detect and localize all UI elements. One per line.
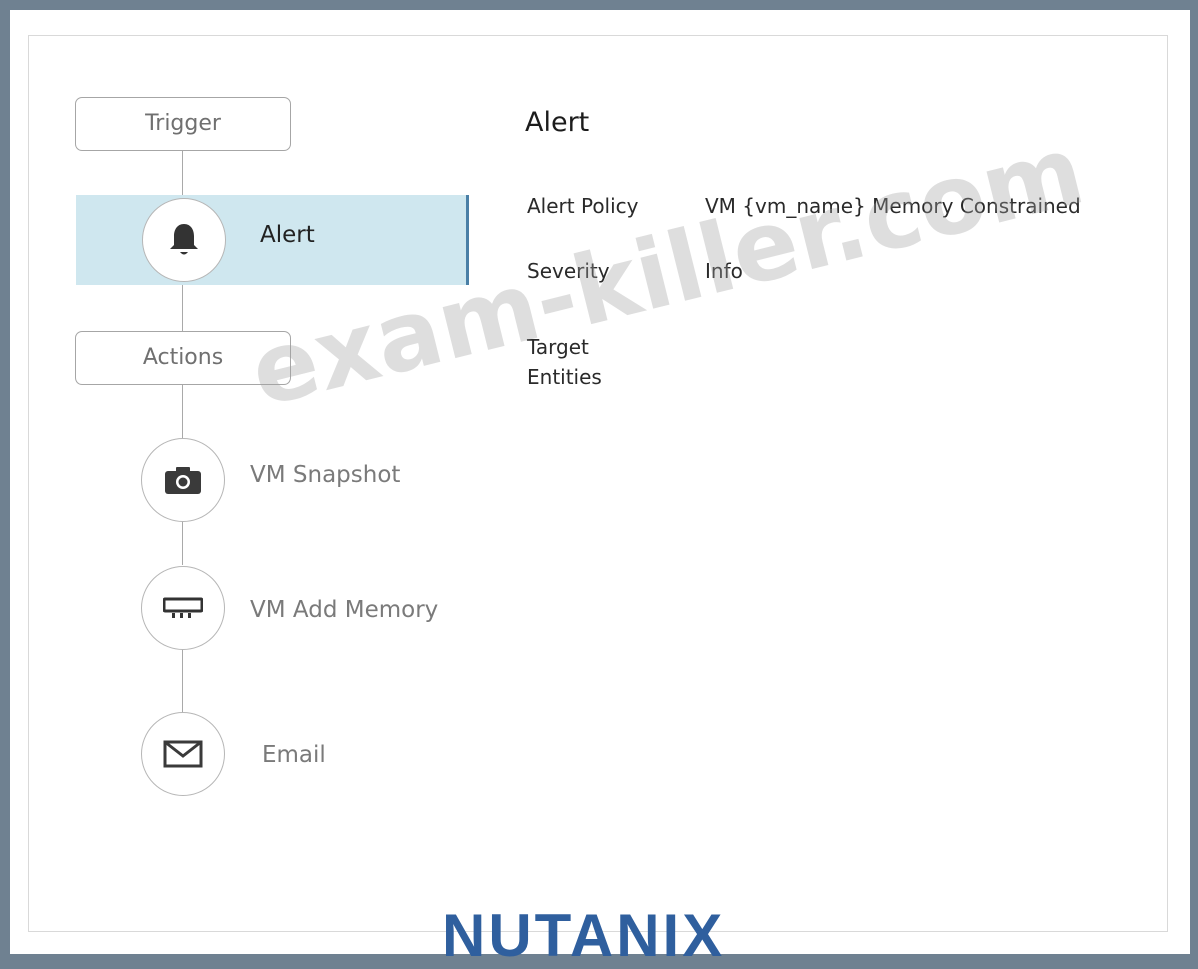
action-label-snapshot: VM Snapshot [250, 462, 401, 488]
flow-connector [182, 384, 183, 446]
action-label-email: Email [262, 742, 326, 768]
action-email[interactable] [141, 712, 225, 796]
action-label-memory: VM Add Memory [250, 597, 439, 623]
flow-connector [182, 282, 183, 334]
bell-icon [170, 224, 198, 255]
field-label-alert-policy: Alert Policy [527, 194, 639, 218]
mail-icon [163, 740, 203, 768]
trigger-item-label: Alert [260, 222, 315, 248]
nutanix-logo: NUTANIX [442, 902, 726, 969]
action-vm-snapshot[interactable] [141, 438, 225, 522]
flow-connector [182, 648, 183, 716]
alert-circle[interactable] [142, 198, 226, 282]
flow-connector [182, 520, 183, 565]
trigger-header: Trigger [75, 97, 291, 151]
action-vm-add-memory[interactable] [141, 566, 225, 650]
memory-icon [163, 597, 203, 618]
camera-icon [165, 467, 201, 494]
details-title: Alert [525, 107, 590, 138]
